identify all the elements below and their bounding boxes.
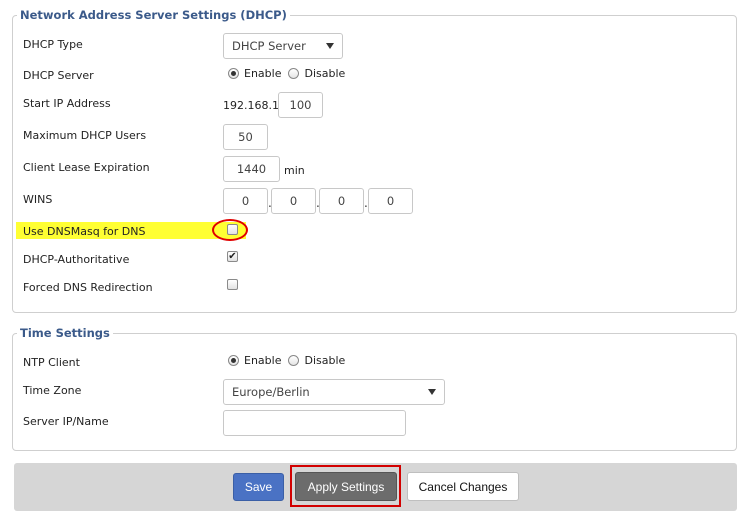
start-ip-prefix: 192.168.1.	[223, 99, 283, 112]
ntp-enable-radio[interactable]	[228, 355, 239, 366]
dhcp-server-label: DHCP Server	[23, 69, 94, 82]
chevron-down-icon	[428, 389, 436, 395]
dhcp-type-select[interactable]: DHCP Server	[223, 33, 343, 59]
authoritative-checkbox[interactable]: ✔	[227, 251, 238, 262]
start-ip-input[interactable]: 100	[278, 92, 323, 118]
server-label: Server IP/Name	[23, 415, 109, 428]
wins-octet-4-value: 0	[386, 194, 395, 208]
ntp-disable-label: Disable	[304, 354, 346, 367]
chevron-down-icon	[326, 43, 334, 49]
dhcp-server-disable-radio[interactable]	[288, 68, 300, 79]
time-zone-value: Europe/Berlin	[232, 385, 310, 399]
cancel-changes-button[interactable]: Cancel Changes	[407, 472, 519, 501]
wins-label: WINS	[23, 193, 53, 206]
dhcp-server-radio-group: Enable Disable	[228, 67, 352, 80]
max-users-label: Maximum DHCP Users	[23, 129, 147, 142]
time-zone-label: Time Zone	[23, 384, 82, 397]
lease-unit: min	[284, 164, 305, 177]
wins-octet-2-value: 0	[289, 194, 298, 208]
dhcp-type-value: DHCP Server	[232, 39, 306, 53]
dhcp-server-enable-radio[interactable]	[228, 68, 239, 79]
start-ip-value: 100	[289, 98, 312, 112]
time-zone-select[interactable]: Europe/Berlin	[223, 379, 445, 405]
dnsmasq-label: Use DNSMasq for DNS	[23, 225, 146, 238]
forced-dns-checkbox[interactable]	[227, 279, 238, 290]
ntp-enable-label: Enable	[244, 354, 282, 367]
time-section-title: Time Settings	[20, 326, 110, 340]
ntp-client-radio-group: Enable Disable	[228, 354, 352, 367]
lease-label: Client Lease Expiration	[23, 161, 150, 174]
wins-octet-2-input[interactable]: 0	[271, 188, 316, 214]
wins-octet-3-input[interactable]: 0	[319, 188, 364, 214]
wins-octet-1-input[interactable]: 0	[223, 188, 268, 214]
max-users-input[interactable]: 50	[223, 124, 268, 150]
dnsmasq-annotation-circle	[212, 219, 248, 241]
server-input[interactable]	[223, 410, 406, 436]
ntp-client-label: NTP Client	[23, 356, 80, 369]
dhcp-server-disable-label: Disable	[304, 67, 346, 80]
wins-octet-1-value: 0	[241, 194, 250, 208]
apply-settings-button[interactable]: Apply Settings	[295, 472, 397, 501]
dhcp-type-label: DHCP Type	[23, 38, 83, 51]
ntp-disable-radio[interactable]	[288, 355, 300, 366]
wins-octet-3-value: 0	[337, 194, 346, 208]
wins-octet-4-input[interactable]: 0	[368, 188, 413, 214]
forced-dns-label: Forced DNS Redirection	[23, 281, 153, 294]
save-button[interactable]: Save	[233, 473, 284, 501]
lease-value: 1440	[236, 162, 267, 176]
authoritative-label: DHCP-Authoritative	[23, 253, 130, 266]
start-ip-label: Start IP Address	[23, 97, 111, 110]
dhcp-server-enable-label: Enable	[244, 67, 282, 80]
lease-input[interactable]: 1440	[223, 156, 280, 182]
dhcp-section-title: Network Address Server Settings (DHCP)	[20, 8, 287, 22]
max-users-value: 50	[238, 130, 253, 144]
